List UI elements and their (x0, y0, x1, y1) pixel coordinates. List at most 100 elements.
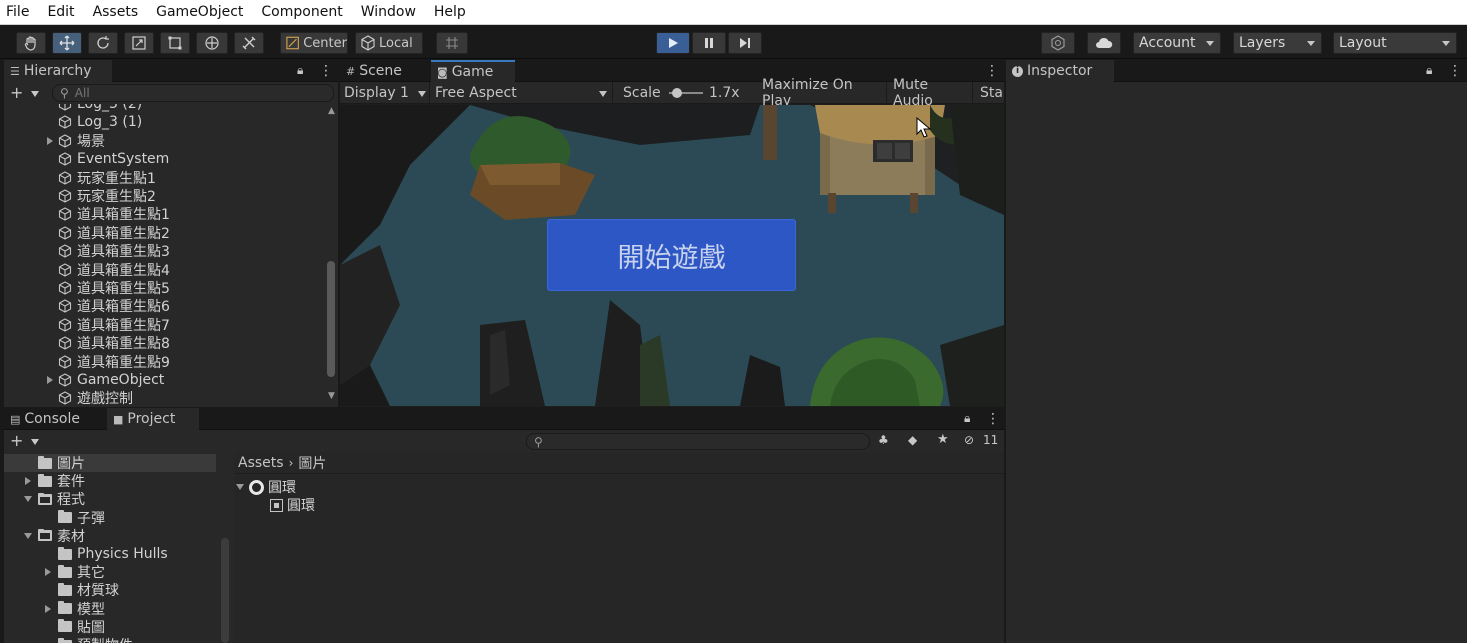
menu-gameobject[interactable]: GameObject (156, 4, 243, 20)
hand-tool-button[interactable] (16, 32, 46, 54)
rotate-tool-button[interactable] (88, 32, 118, 54)
more-options-icon[interactable]: ⋮ (985, 63, 999, 79)
more-options-icon[interactable]: ⋮ (986, 411, 1000, 427)
hierarchy-item[interactable]: 玩家重生點2 (58, 187, 156, 205)
asset-item[interactable]: 圓環 (236, 478, 296, 496)
expand-arrow-icon[interactable] (25, 477, 31, 486)
add-icon[interactable]: + (10, 431, 23, 450)
project-search-input[interactable]: ⚲ (526, 433, 870, 450)
lock-icon[interactable]: 🔒︎ (964, 411, 970, 426)
lock-icon[interactable]: 🔒︎ (297, 63, 303, 78)
hierarchy-item[interactable]: 場景 (47, 132, 105, 150)
expand-arrow-icon[interactable] (236, 484, 244, 490)
tab-console[interactable]: ▤ Console (4, 408, 104, 430)
breadcrumb-assets[interactable]: Assets (238, 455, 284, 471)
chevron-down-icon[interactable] (31, 439, 39, 445)
grid-snap-button[interactable] (436, 32, 468, 54)
rect-tool-button[interactable] (160, 32, 190, 54)
game-view[interactable]: 開始遊戲 (340, 105, 1004, 406)
mute-audio-toggle[interactable]: Mute Audio (889, 77, 973, 109)
folder-item[interactable]: 子彈 (58, 509, 105, 527)
move-tool-button[interactable] (52, 32, 82, 54)
tab-inspector[interactable]: i Inspector (1006, 60, 1114, 82)
hierarchy-item[interactable]: 道具箱重生點7 (58, 316, 170, 334)
pause-button[interactable] (692, 32, 726, 54)
account-dropdown[interactable]: Account (1133, 32, 1221, 54)
add-icon[interactable]: + (10, 83, 23, 102)
hierarchy-item[interactable]: GameObject (47, 371, 164, 389)
scroll-down-icon[interactable]: ▼ (328, 391, 335, 401)
hidden-packages-icon[interactable]: ⊘ (964, 433, 974, 447)
hierarchy-item[interactable]: 道具箱重生點5 (58, 279, 170, 297)
more-options-icon[interactable]: ⋮ (1448, 63, 1462, 79)
folder-item[interactable]: 模型 (45, 600, 105, 618)
favorite-star-icon[interactable]: ★ (937, 432, 949, 447)
play-button[interactable] (656, 32, 690, 54)
layout-dropdown[interactable]: Layout (1333, 32, 1457, 54)
tab-scene[interactable]: # Scene (340, 60, 428, 82)
expand-arrow-icon[interactable] (47, 376, 53, 384)
menu-edit[interactable]: Edit (47, 4, 74, 20)
tab-project[interactable]: ■ Project (107, 408, 199, 430)
folder-item[interactable]: Physics Hulls (58, 545, 168, 563)
scale-tool-button[interactable] (124, 32, 154, 54)
hierarchy-item[interactable]: EventSystem (58, 150, 169, 168)
tab-hierarchy[interactable]: ☰ Hierarchy (4, 60, 112, 82)
menu-file[interactable]: File (6, 4, 29, 20)
chevron-down-icon[interactable] (31, 91, 39, 97)
hierarchy-item[interactable]: 遊戲控制 (58, 389, 133, 407)
start-game-button[interactable]: 開始遊戲 (547, 219, 796, 291)
pivot-toggle[interactable]: Center (280, 32, 348, 54)
expand-arrow-icon[interactable] (47, 136, 53, 145)
scrollbar-thumb[interactable] (221, 538, 229, 643)
menu-assets[interactable]: Assets (93, 4, 139, 20)
collapse-arrow-icon[interactable] (24, 532, 32, 539)
expand-arrow-icon[interactable] (45, 568, 51, 577)
hierarchy-item[interactable]: 道具箱重生點1 (58, 205, 170, 223)
expand-arrow-icon[interactable] (45, 604, 51, 613)
hierarchy-item[interactable]: 道具箱重生點2 (58, 224, 170, 242)
custom-tool-button[interactable] (234, 32, 264, 54)
scale-slider[interactable] (669, 88, 703, 98)
menu-window[interactable]: Window (361, 4, 416, 20)
menu-help[interactable]: Help (434, 4, 466, 20)
folder-item[interactable]: 貼圖 (58, 618, 105, 636)
folder-item[interactable]: 材質球 (58, 581, 119, 599)
lock-icon[interactable]: 🔒︎ (1426, 63, 1432, 78)
folder-item[interactable]: 預製物件 (58, 636, 133, 643)
folder-item[interactable]: 素材 (24, 527, 85, 545)
stats-toggle[interactable]: Sta (976, 82, 1004, 104)
hierarchy-scrollbar[interactable]: ▲ ▼ (326, 106, 336, 404)
transform-tool-button[interactable] (196, 32, 228, 54)
collapse-arrow-icon[interactable] (24, 496, 32, 503)
scale-slider-thumb[interactable] (671, 88, 682, 98)
folder-item[interactable]: 圖片 (38, 454, 85, 472)
space-toggle[interactable]: Local (355, 32, 423, 54)
folder-item[interactable]: 其它 (45, 563, 105, 581)
folder-item[interactable]: 套件 (25, 472, 85, 490)
collab-button[interactable] (1041, 32, 1075, 54)
hierarchy-item[interactable]: 玩家重生點1 (58, 169, 156, 187)
hierarchy-search-input[interactable]: ⚲ All (52, 84, 334, 102)
display-dropdown[interactable]: Display 1 (340, 82, 430, 104)
maximize-on-play-toggle[interactable]: Maximize On Play (758, 77, 887, 109)
step-button[interactable] (728, 32, 762, 54)
hierarchy-item[interactable]: 道具箱重生點6 (58, 297, 170, 315)
filter-by-type-icon[interactable]: ♣ (878, 433, 889, 447)
folder-item[interactable]: 程式 (24, 490, 85, 508)
breadcrumb-current[interactable]: 圖片 (298, 453, 326, 473)
folder-tree-scrollbar[interactable] (220, 538, 230, 643)
menu-component[interactable]: Component (261, 4, 342, 20)
hierarchy-item[interactable]: 道具箱重生點8 (58, 334, 170, 352)
hierarchy-item[interactable]: Log_3 (1) (58, 113, 142, 131)
hierarchy-item[interactable]: Log_3 (2) (58, 104, 142, 113)
hierarchy-item[interactable]: 道具箱重生點3 (58, 242, 170, 260)
more-options-icon[interactable]: ⋮ (319, 63, 333, 79)
layers-dropdown[interactable]: Layers (1233, 32, 1322, 54)
asset-item[interactable]: 圓環 (270, 496, 315, 514)
scrollbar-thumb[interactable] (327, 261, 335, 377)
aspect-dropdown[interactable]: Free Aspect (431, 82, 613, 104)
hierarchy-item[interactable]: 道具箱重生點9 (58, 353, 170, 371)
scroll-up-icon[interactable]: ▲ (328, 106, 335, 116)
cloud-button[interactable] (1087, 32, 1121, 54)
